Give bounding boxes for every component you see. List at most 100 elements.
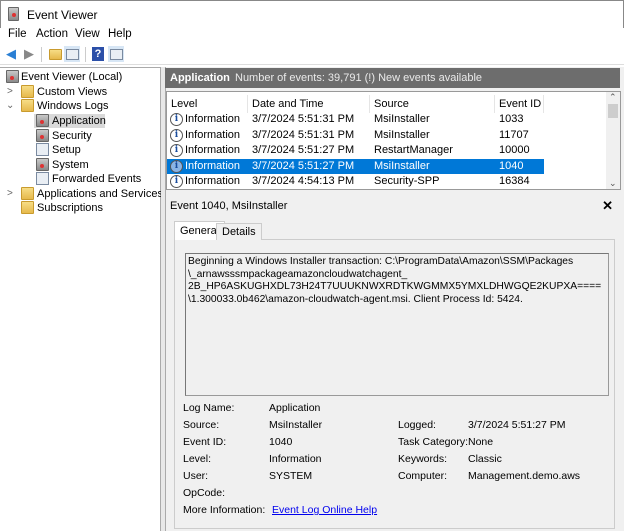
information-icon: i: [170, 144, 183, 157]
toolbar: ◀ ▶ ?: [0, 44, 624, 65]
log-title: Application: [170, 72, 230, 84]
help-icon[interactable]: ?: [92, 47, 104, 61]
scroll-up-icon[interactable]: ⌃: [609, 92, 617, 103]
cell-event-id: 10000: [499, 144, 530, 156]
level-value: Information: [269, 453, 322, 465]
log-name-label: Log Name:: [183, 402, 235, 414]
log-icon: [36, 158, 49, 171]
chevron-right-icon[interactable]: >: [7, 85, 13, 99]
table-row[interactable]: i Information 3/7/2024 5:51:31 PM MsiInstal…: [167, 112, 544, 127]
source-value: MsiInstaller: [269, 419, 323, 431]
log-header: Application Number of events: 39,791 (!)…: [165, 68, 620, 88]
event-log-online-help-link[interactable]: Event Log Online Help: [272, 504, 377, 516]
event-list-scrollbar[interactable]: ⌃ ⌄: [606, 92, 620, 189]
log-icon: [36, 114, 49, 127]
message-line: 2B_HP6ASKUGHXDL73H24T7UUUKNWXRDTKWGMMX5Y…: [188, 281, 602, 292]
computer-label: Computer:: [398, 470, 448, 482]
tab-details[interactable]: Details: [216, 223, 262, 240]
cell-date-time: 3/7/2024 4:54:13 PM: [252, 175, 355, 187]
forward-icon[interactable]: ▶: [21, 46, 37, 62]
event-message[interactable]: Beginning a Windows Installer transactio…: [185, 253, 609, 396]
cell-source: Security-SPP: [374, 175, 440, 187]
computer-value: Management.demo.aws: [468, 470, 581, 482]
show-hide-action-pane-icon[interactable]: [109, 48, 123, 60]
cell-level: Information: [185, 159, 241, 172]
source-label: Source:: [183, 419, 220, 431]
close-icon[interactable]: ✕: [602, 198, 613, 214]
show-hide-console-tree-icon[interactable]: [65, 48, 79, 60]
task-category-label: Task Category:: [398, 436, 469, 448]
information-icon: i: [170, 113, 183, 126]
menu-action[interactable]: Action: [36, 28, 68, 40]
event-id-label: Event ID:: [183, 436, 227, 448]
folder-icon: [21, 187, 34, 200]
cell-event-id: 16384: [499, 175, 530, 187]
cell-source: MsiInstaller: [374, 113, 430, 125]
back-icon[interactable]: ◀: [3, 46, 19, 62]
cell-level: Information: [185, 144, 241, 156]
keywords-value: Classic: [468, 453, 502, 465]
table-row[interactable]: i Information 3/7/2024 5:51:27 PM RestartMa…: [167, 143, 544, 158]
event-id-value: 1040: [269, 436, 293, 448]
scroll-down-icon[interactable]: ⌄: [609, 178, 617, 189]
menu-help[interactable]: Help: [108, 28, 132, 40]
cell-date-time: 3/7/2024 5:51:31 PM: [252, 128, 355, 141]
logged-label: Logged:: [398, 419, 436, 431]
cell-event-id: 1040: [499, 159, 524, 172]
table-row[interactable]: i Information 3/7/2024 5:51:31 PM MsiInstal…: [167, 128, 544, 143]
table-row[interactable]: i Information 3/7/2024 4:54:13 PM Security-…: [167, 174, 544, 189]
task-category-value: None: [468, 436, 494, 448]
window-title: Event Viewer: [27, 8, 98, 22]
cell-date-time: 3/7/2024 5:51:31 PM: [252, 113, 355, 125]
event-list: Level Date and Time Source Event ID i Inf…: [166, 91, 621, 190]
information-icon: i: [170, 175, 183, 188]
menu-view[interactable]: View: [75, 28, 100, 40]
event-viewer-icon: [6, 70, 19, 83]
event-details-header: Event 1040, MsiInstaller ✕: [166, 197, 621, 215]
column-event-id[interactable]: Event ID: [495, 95, 544, 113]
log-icon: [36, 129, 49, 142]
logged-value: 3/7/2024 5:51:27 PM: [468, 419, 566, 431]
folder-icon: [21, 85, 34, 98]
information-icon: i: [170, 159, 183, 173]
log-icon: [36, 172, 49, 185]
cell-date-time: 3/7/2024 5:51:27 PM: [252, 144, 355, 156]
menu-bar: File Action View Help: [0, 28, 624, 44]
chevron-right-icon[interactable]: >: [7, 187, 13, 201]
scrollbar-thumb[interactable]: [608, 104, 618, 118]
column-date-time[interactable]: Date and Time: [248, 95, 370, 113]
event-details-title: Event 1040, MsiInstaller: [170, 200, 288, 212]
cell-source: MsiInstaller: [374, 159, 430, 172]
level-label: Level:: [183, 453, 212, 465]
event-viewer-app-icon: [8, 7, 19, 21]
subscriptions-icon: [21, 201, 34, 214]
cell-level: Information: [185, 113, 241, 125]
title-bar: Event Viewer: [0, 0, 624, 28]
cell-date-time: 3/7/2024 5:51:27 PM: [252, 159, 355, 172]
message-line: Beginning a Windows Installer transactio…: [188, 256, 574, 267]
information-icon: i: [170, 128, 183, 142]
cell-level: Information: [185, 175, 241, 187]
cell-event-id: 11707: [499, 128, 529, 141]
log-icon: [36, 143, 49, 156]
column-source[interactable]: Source: [370, 95, 495, 113]
tree-item-application[interactable]: Application: [34, 114, 106, 128]
log-name-value: Application: [269, 402, 321, 414]
menu-file[interactable]: File: [8, 28, 27, 40]
opcode-label: OpCode:: [183, 487, 226, 499]
message-line: \1.300033.0b462\amazon-cloudwatch-agent.…: [188, 293, 523, 305]
cell-event-id: 1033: [499, 113, 524, 125]
keywords-label: Keywords:: [398, 453, 448, 465]
chevron-down-icon[interactable]: ⌄: [6, 99, 14, 113]
event-count-status: Number of events: 39,791 (!) New events …: [235, 72, 483, 84]
table-row[interactable]: i Information 3/7/2024 5:51:27 PM MsiInstal…: [167, 158, 544, 174]
more-info-label: More Information:: [183, 504, 266, 516]
cell-source: MsiInstaller: [374, 128, 430, 141]
console-tree: Event Viewer (Local) > Custom Views ⌄ Wi…: [0, 67, 178, 531]
up-icon[interactable]: [48, 48, 62, 60]
message-line: \_arnawsssmpackageamazoncloudwatchagent_: [188, 268, 408, 280]
column-level[interactable]: Level: [167, 95, 248, 113]
user-label: User:: [183, 470, 209, 482]
folder-icon: [21, 99, 34, 112]
cell-level: Information: [185, 128, 241, 141]
